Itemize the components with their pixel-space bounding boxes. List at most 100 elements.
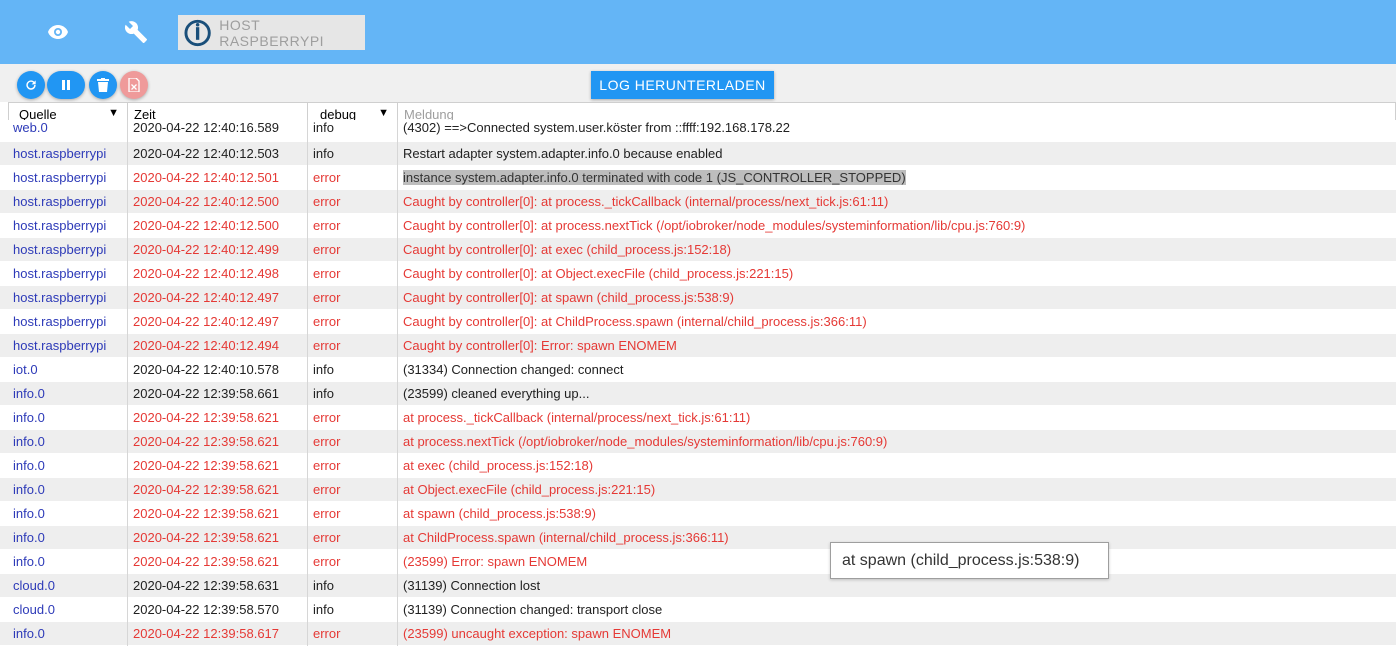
table-row: host.raspberrypi 2020-04-22 12:40:12.497 e… [0,310,1396,334]
row-source: info.0 [13,506,45,521]
selected-text-highlight: instance system.adapter.info.0 terminate… [403,170,906,185]
row-severity: error [313,458,341,473]
row-severity: error [313,482,341,497]
row-message[interactable]: (23599) uncaught exception: spawn ENOMEM [398,622,1396,646]
table-row: info.0 2020-04-22 12:39:58.621 error at exe… [0,454,1396,478]
row-source: host.raspberrypi [13,314,107,329]
table-row: host.raspberrypi 2020-04-22 12:40:12.500 e… [0,190,1396,214]
table-row: info.0 2020-04-22 12:39:58.621 error at pro… [0,406,1396,430]
row-message[interactable]: (31334) Connection changed: connect [398,358,1396,382]
host-label: HOST RASPBERRYPI [219,16,325,49]
row-source: host.raspberrypi [13,218,107,233]
refresh-button[interactable] [17,71,45,99]
table-row: web.0 2020-04-22 12:40:16.589 info (4302) =… [0,120,1396,144]
table-row: host.raspberrypi 2020-04-22 12:40:12.497 e… [0,286,1396,310]
row-message[interactable]: Caught by controller[0]: at Object.execF… [398,262,1396,286]
row-time: 2020-04-22 12:40:12.497 [133,314,280,329]
row-source: web.0 [13,120,48,135]
trash-icon [97,78,109,92]
message-tooltip: at spawn (child_process.js:538:9) [830,542,1109,579]
row-severity: info [313,578,334,593]
row-message[interactable]: Restart adapter system.adapter.info.0 be… [398,142,1396,166]
row-time: 2020-04-22 12:39:58.617 [133,626,280,641]
row-time: 2020-04-22 12:40:12.498 [133,266,280,281]
row-source: host.raspberrypi [13,266,107,281]
pause-button[interactable] [47,71,85,99]
row-severity: error [313,218,341,233]
row-message[interactable]: instance system.adapter.info.0 terminate… [398,166,1396,190]
table-row: host.raspberrypi 2020-04-22 12:40:12.500 e… [0,214,1396,238]
row-source: host.raspberrypi [13,146,107,161]
table-row: host.raspberrypi 2020-04-22 12:40:12.498 e… [0,262,1396,286]
top-bar: HOST RASPBERRYPI [0,0,1396,64]
wrench-icon[interactable] [120,16,152,48]
row-message[interactable]: Caught by controller[0]: Error: spawn EN… [398,334,1396,358]
row-message[interactable]: Caught by controller[0]: at ChildProcess… [398,310,1396,334]
row-source: iot.0 [13,362,38,377]
row-time: 2020-04-22 12:40:12.501 [133,170,280,185]
row-severity: error [313,410,341,425]
table-row: info.0 2020-04-22 12:39:58.621 error (23599… [0,550,1396,574]
table-row: host.raspberrypi 2020-04-22 12:40:12.494 e… [0,334,1396,358]
refresh-icon [26,80,36,90]
row-time: 2020-04-22 12:40:12.494 [133,338,280,353]
row-message[interactable]: Caught by controller[0]: at spawn (child… [398,286,1396,310]
row-message[interactable]: Caught by controller[0]: at exec (child_… [398,238,1396,262]
host-selector-button[interactable]: HOST RASPBERRYPI [178,15,365,50]
eye-icon[interactable] [42,16,74,48]
row-time: 2020-04-22 12:39:58.631 [133,578,280,593]
row-time: 2020-04-22 12:39:58.621 [133,410,280,425]
row-time: 2020-04-22 12:39:58.621 [133,482,280,497]
row-message[interactable]: at exec (child_process.js:152:18) [398,454,1396,478]
row-message[interactable]: (31139) Connection changed: transport cl… [398,598,1396,622]
row-severity: info [313,386,334,401]
row-message[interactable]: at process.nextTick (/opt/iobroker/node_… [398,430,1396,454]
row-message[interactable]: at process._tickCallback (internal/proce… [398,406,1396,430]
row-time: 2020-04-22 12:39:58.621 [133,434,280,449]
row-severity: error [313,266,341,281]
iobroker-logo-icon [184,19,211,46]
table-row: info.0 2020-04-22 12:39:58.621 error at Chi… [0,526,1396,550]
download-log-button[interactable]: LOG HERUNTERLADEN [591,71,774,99]
table-row: info.0 2020-04-22 12:39:58.621 error at spa… [0,502,1396,526]
row-message[interactable]: at spawn (child_process.js:538:9) [398,502,1396,526]
row-severity: info [313,146,334,161]
delete-file-icon [128,78,140,92]
row-time: 2020-04-22 12:39:58.621 [133,554,280,569]
row-severity: error [313,434,341,449]
row-time: 2020-04-22 12:40:12.503 [133,146,280,161]
row-message[interactable]: Caught by controller[0]: at process._tic… [398,190,1396,214]
row-severity: error [313,170,341,185]
row-time: 2020-04-22 12:40:16.589 [133,120,280,135]
row-message[interactable]: (23599) cleaned everything up... [398,382,1396,406]
row-source: info.0 [13,530,45,545]
row-message[interactable]: at Object.execFile (child_process.js:221… [398,478,1396,502]
row-time: 2020-04-22 12:40:12.497 [133,290,280,305]
row-time: 2020-04-22 12:39:58.570 [133,602,280,617]
row-source: host.raspberrypi [13,290,107,305]
table-row: info.0 2020-04-22 12:39:58.617 error (23599… [0,622,1396,646]
table-row: host.raspberrypi 2020-04-22 12:40:12.501 e… [0,166,1396,190]
row-source: host.raspberrypi [13,170,107,185]
row-severity: info [313,362,334,377]
row-severity: info [313,602,334,617]
table-row: info.0 2020-04-22 12:39:58.661 info (23599)… [0,382,1396,406]
row-message[interactable]: (4302) ==>Connected system.user.köster f… [398,116,1396,140]
clear-log-button[interactable] [89,71,117,99]
row-source: cloud.0 [13,578,55,593]
row-message[interactable]: Caught by controller[0]: at process.next… [398,214,1396,238]
table-row: host.raspberrypi 2020-04-22 12:40:12.503 i… [0,142,1396,166]
row-severity: error [313,338,341,353]
row-source: info.0 [13,626,45,641]
table-row: host.raspberrypi 2020-04-22 12:40:12.499 e… [0,238,1396,262]
row-source: info.0 [13,434,45,449]
row-source: info.0 [13,482,45,497]
delete-log-file-button[interactable] [120,71,148,99]
row-time: 2020-04-22 12:39:58.621 [133,530,280,545]
table-row: cloud.0 2020-04-22 12:39:58.570 info (31139… [0,598,1396,622]
log-table-body: web.0 2020-04-22 12:40:16.589 info (4302) =… [0,120,1396,646]
row-source: info.0 [13,386,45,401]
row-source: host.raspberrypi [13,242,107,257]
row-source: host.raspberrypi [13,194,107,209]
table-row: iot.0 2020-04-22 12:40:10.578 info (31334) … [0,358,1396,382]
